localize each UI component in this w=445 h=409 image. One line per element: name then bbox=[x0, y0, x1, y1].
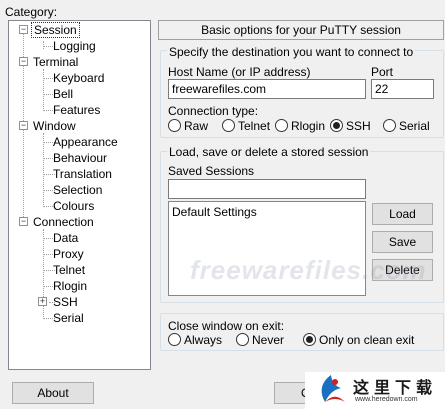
port-input[interactable]: 22 bbox=[371, 79, 434, 99]
radio-never[interactable] bbox=[236, 333, 249, 346]
radio-serial-label: Serial bbox=[399, 119, 430, 133]
collapse-window-icon[interactable]: − bbox=[19, 121, 28, 130]
collapse-connection-icon[interactable]: − bbox=[19, 217, 28, 226]
collapse-terminal-icon[interactable]: − bbox=[19, 57, 28, 66]
logo-emblem-icon bbox=[321, 375, 345, 402]
radio-always-label: Always bbox=[184, 333, 223, 347]
saved-sessions-input[interactable] bbox=[168, 179, 366, 199]
radio-rlogin[interactable] bbox=[275, 119, 288, 132]
close-window-label: Close window on exit: bbox=[168, 319, 285, 333]
radio-raw[interactable] bbox=[168, 119, 181, 132]
saved-sessions-label: Saved Sessions bbox=[168, 164, 255, 178]
radio-telnet[interactable] bbox=[222, 119, 235, 132]
watermark: freewarefiles.com bbox=[190, 255, 427, 285]
radio-only-on-clean-exit-label: Only on clean exit bbox=[319, 333, 415, 347]
radio-raw-label: Raw bbox=[184, 119, 209, 133]
tree-item-session[interactable]: Session bbox=[31, 22, 80, 38]
connection-type-label: Connection type: bbox=[168, 104, 259, 118]
tree-item-connection[interactable]: Connection bbox=[31, 214, 96, 230]
radio-serial[interactable] bbox=[383, 119, 396, 132]
category-label: Category: bbox=[5, 5, 58, 19]
tree-item-logging[interactable]: Logging bbox=[51, 38, 98, 54]
logo-text: 这里下载 bbox=[353, 378, 438, 397]
radio-ssh-label: SSH bbox=[346, 119, 371, 133]
host-name-label: Host Name (or IP address) bbox=[168, 65, 311, 79]
about-button[interactable]: About bbox=[12, 382, 94, 404]
tree-item-terminal[interactable]: Terminal bbox=[31, 54, 80, 70]
radio-never-label: Never bbox=[252, 333, 285, 347]
radio-only-on-clean-exit[interactable] bbox=[303, 333, 316, 346]
panel-title: Basic options for your PuTTY session bbox=[158, 20, 444, 40]
list-item[interactable]: Default Settings bbox=[169, 202, 365, 222]
tree-item-translation[interactable]: Translation bbox=[51, 166, 114, 182]
destination-group-label: Specify the destination you want to conn… bbox=[167, 45, 416, 59]
radio-telnet-label: Telnet bbox=[238, 119, 271, 133]
tree-item-keyboard[interactable]: Keyboard bbox=[51, 70, 106, 86]
host-name-input[interactable]: freewarefiles.com bbox=[168, 79, 366, 99]
tree-item-telnet[interactable]: Telnet bbox=[51, 262, 87, 278]
load-button[interactable]: Load bbox=[372, 203, 433, 225]
tree-item-data[interactable]: Data bbox=[51, 230, 80, 246]
tree-item-ssh[interactable]: SSH bbox=[51, 294, 80, 310]
tree-item-window[interactable]: Window bbox=[31, 118, 78, 134]
collapse-session-icon[interactable]: − bbox=[19, 25, 28, 34]
tree-item-selection[interactable]: Selection bbox=[51, 182, 104, 198]
tree-item-features[interactable]: Features bbox=[51, 102, 102, 118]
expand-ssh-icon[interactable]: + bbox=[38, 297, 47, 306]
radio-ssh[interactable] bbox=[330, 119, 343, 132]
tree-item-serial[interactable]: Serial bbox=[51, 310, 86, 326]
sessions-group-label: Load, save or delete a stored session bbox=[167, 145, 371, 159]
radio-rlogin-label: Rlogin bbox=[291, 119, 326, 133]
tree-item-rlogin[interactable]: Rlogin bbox=[51, 278, 89, 294]
tree-item-appearance[interactable]: Appearance bbox=[51, 134, 120, 150]
site-logo: 这里下载 www.heredown.com bbox=[305, 372, 445, 409]
tree-item-proxy[interactable]: Proxy bbox=[51, 246, 86, 262]
save-button[interactable]: Save bbox=[372, 231, 433, 253]
tree-item-bell[interactable]: Bell bbox=[51, 86, 75, 102]
tree-item-behaviour[interactable]: Behaviour bbox=[51, 150, 109, 166]
port-label: Port bbox=[371, 65, 394, 79]
category-tree[interactable]: − − − − + Session Logging Terminal Keybo… bbox=[8, 20, 151, 370]
logo-url: www.heredown.com bbox=[355, 396, 418, 403]
tree-item-colours[interactable]: Colours bbox=[51, 198, 96, 214]
radio-always[interactable] bbox=[168, 333, 181, 346]
